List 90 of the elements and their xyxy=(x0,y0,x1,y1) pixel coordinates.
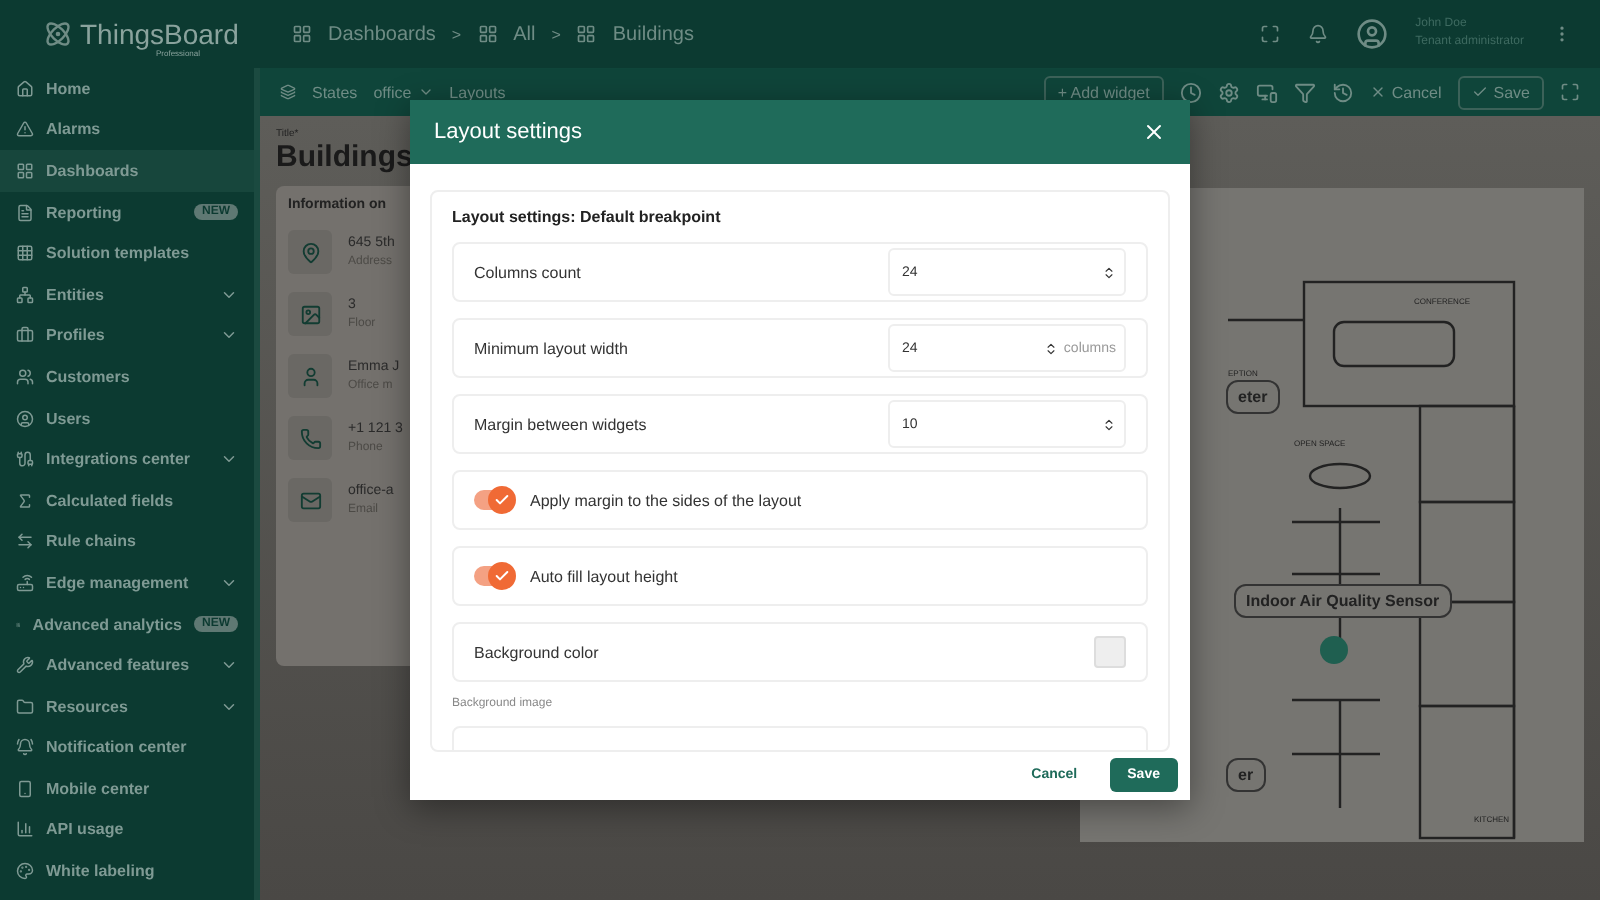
grid-icon xyxy=(477,24,498,44)
fullscreen-icon[interactable] xyxy=(1560,82,1580,102)
fullscreen-icon[interactable] xyxy=(1259,24,1280,44)
location-icon xyxy=(288,230,332,274)
setting-label: Apply margin to the sides of the layout xyxy=(530,491,804,509)
sidebar-item[interactable]: Home xyxy=(0,68,254,110)
check-icon xyxy=(494,568,510,584)
phone-icon xyxy=(288,416,332,460)
save-button[interactable]: Save xyxy=(1457,75,1544,109)
warning-icon xyxy=(16,120,34,139)
settings-icon[interactable] xyxy=(1217,81,1240,103)
check-icon xyxy=(1471,84,1488,100)
chart-icon xyxy=(16,820,34,839)
sidebar-item[interactable]: Profiles xyxy=(0,315,254,357)
briefcase-icon xyxy=(16,326,34,345)
sensor-label[interactable]: eter xyxy=(1226,380,1280,414)
layouts-button[interactable]: Layouts xyxy=(449,83,506,101)
state-select[interactable]: office xyxy=(373,83,434,101)
section-title: Layout settings: Default breakpoint xyxy=(452,208,723,226)
color-swatch[interactable] xyxy=(1094,636,1126,668)
user-icon xyxy=(16,409,34,428)
phone-icon xyxy=(16,779,34,798)
sidebar-item[interactable]: Integrations center xyxy=(0,438,254,480)
dashboard-title: Buildings xyxy=(276,140,413,174)
sidebar-item[interactable]: Advanced features xyxy=(0,644,254,686)
plug-icon xyxy=(16,450,34,469)
setting-label: Minimum layout width xyxy=(474,339,630,357)
sidebar-item[interactable]: Notification center xyxy=(0,727,254,769)
breadcrumb-separator: > xyxy=(551,25,561,43)
sidebar-item[interactable]: API usage xyxy=(0,809,254,851)
sidebar-item[interactable]: Solution templates xyxy=(0,232,254,274)
notification-icon xyxy=(16,738,34,757)
sidebar-item[interactable]: Mobile center xyxy=(0,768,254,810)
formula-icon xyxy=(16,491,34,510)
setting-label: Margin between widgets xyxy=(474,415,649,433)
close-icon xyxy=(1369,84,1386,100)
toggle-switch[interactable] xyxy=(474,566,514,586)
sidebar-item[interactable]: White labeling xyxy=(0,850,254,892)
palette-icon xyxy=(16,862,34,881)
grid-icon xyxy=(292,24,312,44)
setting-label: Auto fill layout height xyxy=(530,567,680,585)
mail-icon xyxy=(288,478,332,522)
sidebar-item[interactable]: Rule chains xyxy=(0,521,254,563)
sidebar-item[interactable]: Resources xyxy=(0,685,254,727)
arrows-icon xyxy=(16,532,34,551)
sensor-label[interactable]: Indoor Air Quality Sensor xyxy=(1234,584,1452,618)
filter-icon[interactable] xyxy=(1293,81,1316,103)
spinner-arrows-icon[interactable] xyxy=(1102,417,1116,431)
setting-label: Columns count xyxy=(474,263,583,281)
sidebar-item[interactable]: Edge management xyxy=(0,562,254,604)
sidebar-item[interactable]: Calculated fields xyxy=(0,479,254,522)
grid-icon xyxy=(16,161,34,180)
tools-icon xyxy=(16,656,34,675)
close-icon[interactable] xyxy=(1142,120,1166,144)
logo-icon xyxy=(44,20,72,48)
clock-icon[interactable] xyxy=(1179,81,1202,103)
layers-icon xyxy=(280,84,296,100)
home-icon xyxy=(16,79,34,98)
grid-icon xyxy=(16,244,34,263)
devices-icon[interactable] xyxy=(1255,81,1278,103)
breadcrumb-link[interactable]: Dashboards xyxy=(328,23,436,45)
check-icon xyxy=(494,492,510,508)
grid-icon xyxy=(576,24,597,44)
breadcrumb-separator: > xyxy=(451,25,462,43)
history-icon[interactable] xyxy=(1331,81,1354,103)
dialog-title: Layout settings xyxy=(434,120,582,144)
sidebar-item[interactable]: Users xyxy=(0,397,254,439)
setting-label: Background color xyxy=(474,643,601,661)
logo-text: ThingsBoard xyxy=(80,18,239,50)
hierarchy-icon xyxy=(16,285,34,304)
sensor-marker-icon[interactable] xyxy=(1320,636,1348,664)
breadcrumb-link[interactable]: All xyxy=(513,23,536,45)
notification-icon[interactable] xyxy=(1307,24,1328,44)
spinner-arrows-icon[interactable] xyxy=(1102,265,1116,279)
folder-icon xyxy=(16,697,34,716)
sidebar-item[interactable]: Dashboards xyxy=(0,150,254,192)
person-icon xyxy=(288,354,332,398)
sidebar-item[interactable]: Entities xyxy=(0,273,254,316)
toggle-switch[interactable] xyxy=(474,490,514,510)
sidebar-item[interactable]: Customers xyxy=(0,356,254,398)
avatar-icon xyxy=(1355,18,1388,50)
cancel-button[interactable]: Cancel xyxy=(1369,83,1442,101)
sidebar-item[interactable]: Alarms xyxy=(0,109,254,151)
spinner-arrows-icon[interactable] xyxy=(1043,341,1058,355)
states-label: States xyxy=(312,83,358,101)
document-icon xyxy=(16,203,34,222)
people-icon xyxy=(16,367,34,386)
router-icon xyxy=(16,573,34,592)
sensor-label[interactable]: er xyxy=(1226,758,1266,792)
breadcrumb-link[interactable]: Buildings xyxy=(612,23,694,45)
